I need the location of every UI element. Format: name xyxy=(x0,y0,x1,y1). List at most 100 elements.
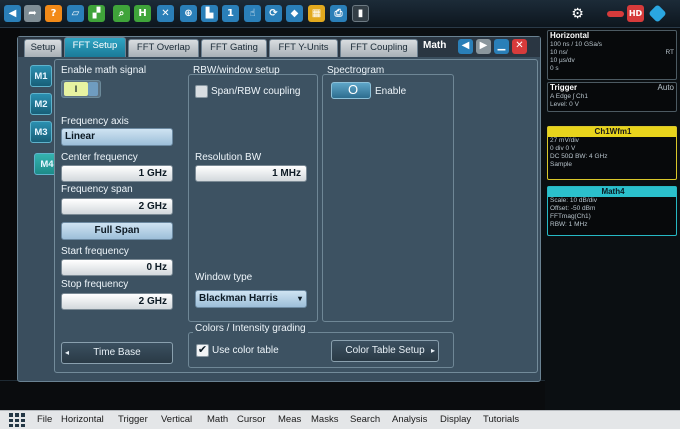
forward-icon[interactable]: ▶ xyxy=(476,39,491,54)
horizontal-line: 10 µs/dv xyxy=(550,57,575,64)
menu-cursor[interactable]: Cursor xyxy=(237,414,266,426)
arrow-right-icon: ▸ xyxy=(430,346,435,355)
math-tab-m1[interactable]: M1 xyxy=(30,65,52,87)
trigger-icon[interactable]: ⟳ xyxy=(265,5,282,22)
horizontal-line: 100 ns / 10 GSa/s xyxy=(550,41,603,48)
start-frequency-label: Start frequency xyxy=(61,246,129,257)
horizontal-line: 0 s xyxy=(550,65,559,72)
print-icon[interactable]: ⎙ xyxy=(330,5,347,22)
math-dialog: Setup FFT Setup FFT Overlap FFT Gating F… xyxy=(17,36,541,382)
math4-title: Math4 xyxy=(548,187,676,197)
frequency-span-input[interactable]: 2 GHz xyxy=(61,198,173,215)
resolution-bw-label: Resolution BW xyxy=(195,152,262,163)
trigger-mode: Auto xyxy=(657,83,674,92)
menu-trigger[interactable]: Trigger xyxy=(118,414,148,426)
span-rbw-checkbox[interactable] xyxy=(195,85,208,98)
frequency-axis-select[interactable]: Linear xyxy=(61,128,173,146)
ch1-card[interactable]: Ch1Wfm1 27 mV/div 0 div 0 V DC 50Ω BW: 4… xyxy=(547,126,677,180)
math-tab-m3[interactable]: M3 xyxy=(30,121,52,143)
hd-icon[interactable]: HD xyxy=(627,5,644,22)
marker-icon[interactable]: ▙ xyxy=(201,5,218,22)
arrow-left-icon: ◂ xyxy=(65,348,70,357)
autoset-icon[interactable]: ▱ xyxy=(67,5,84,22)
redo-icon[interactable]: ➦ xyxy=(24,5,41,22)
spectrogram-section xyxy=(322,74,454,322)
color-table-setup-label: Color Table Setup xyxy=(345,345,425,356)
toggle-off-icon: O xyxy=(348,82,359,97)
menu-display[interactable]: Display xyxy=(440,414,471,426)
menu-bar: File Horizontal Trigger Vertical Math Cu… xyxy=(0,410,680,429)
tab-fft-overlap[interactable]: FFT Overlap xyxy=(128,39,199,57)
math4-line: Scale: 10 dB/div xyxy=(550,197,597,204)
menu-tutorials[interactable]: Tutorials xyxy=(483,414,519,426)
tab-fft-y-units[interactable]: FFT Y-Units xyxy=(269,39,338,57)
measure-icon[interactable]: ✕ xyxy=(157,5,174,22)
window-type-label: Window type xyxy=(195,272,253,283)
spectrogram-toggle[interactable]: O xyxy=(331,82,371,99)
signal-icon[interactable] xyxy=(607,11,624,17)
start-frequency-input[interactable]: 0 Hz xyxy=(61,259,173,276)
minimize-icon[interactable]: ▁ xyxy=(494,39,509,54)
tab-fft-coupling[interactable]: FFT Coupling xyxy=(340,39,418,57)
history-icon[interactable]: H xyxy=(134,5,151,22)
colors-header: Colors / Intensity grading xyxy=(193,323,308,334)
stop-frequency-input[interactable]: 2 GHz xyxy=(61,293,173,310)
menu-horizontal[interactable]: Horizontal xyxy=(61,414,104,426)
touch-icon[interactable]: ☝ xyxy=(244,5,261,22)
spectrogram-enable-label: Enable xyxy=(375,86,407,97)
dropdown-icon: ▾ xyxy=(297,294,302,303)
cursor-icon[interactable]: 1 xyxy=(222,5,239,22)
tab-setup[interactable]: Setup xyxy=(24,39,62,57)
spectrogram-header: Spectrogram xyxy=(327,65,385,76)
math-tab-m2[interactable]: M2 xyxy=(30,93,52,115)
time-base-button[interactable]: ◂ Time Base xyxy=(61,342,173,364)
apps-grid-icon[interactable] xyxy=(9,413,26,427)
menu-meas[interactable]: Meas xyxy=(278,414,301,426)
fft-setup-panel: Enable math signal I Frequency axis Line… xyxy=(54,59,538,373)
enable-on-indicator: I xyxy=(64,82,88,96)
waveform-bottom xyxy=(0,380,545,410)
back-icon[interactable]: ◀ xyxy=(4,5,21,22)
rbw-section-header: RBW/window setup xyxy=(193,65,280,76)
settings-icon[interactable]: ⚙ xyxy=(569,5,586,22)
menu-analysis[interactable]: Analysis xyxy=(392,414,427,426)
tab-fft-setup[interactable]: FFT Setup xyxy=(64,37,126,57)
mask-icon[interactable]: ◆ xyxy=(286,5,303,22)
zoom-icon[interactable]: ⌕ xyxy=(113,5,130,22)
ch1-title: Ch1Wfm1 xyxy=(548,127,676,137)
menu-math[interactable]: Math xyxy=(207,414,228,426)
frequency-span-label: Frequency span xyxy=(61,184,133,195)
menu-vertical[interactable]: Vertical xyxy=(161,414,192,426)
trigger-card[interactable]: Trigger Auto A Edge ʃ Ch1 Level: 0 V xyxy=(547,82,677,112)
close-icon[interactable]: ✕ xyxy=(512,39,527,54)
menu-masks[interactable]: Masks xyxy=(311,414,338,426)
use-color-table-checkbox[interactable]: ✔ xyxy=(196,344,209,357)
tab-fft-gating[interactable]: FFT Gating xyxy=(201,39,267,57)
rbw-section xyxy=(188,74,318,322)
pattern-icon[interactable]: ▞ xyxy=(88,5,105,22)
math4-card[interactable]: Math4 Scale: 10 dB/div Offset: -50 dBm F… xyxy=(547,186,677,236)
menu-search[interactable]: Search xyxy=(350,414,380,426)
main-toolbar: ◀ ➦ ? ▱ ▞ ⌕ H ✕ ⊕ ▙ 1 ☝ ⟳ ◆ ▦ ⎙ ▮ xyxy=(0,0,545,28)
center-frequency-label: Center frequency xyxy=(61,152,138,163)
menu-file[interactable]: File xyxy=(37,414,52,426)
center-frequency-input[interactable]: 1 GHz xyxy=(61,165,173,182)
color-table-setup-button[interactable]: Color Table Setup ▸ xyxy=(331,340,439,362)
resolution-bw-input[interactable]: 1 MHz xyxy=(195,165,307,182)
full-span-button[interactable]: Full Span xyxy=(61,222,173,240)
network-icon[interactable] xyxy=(648,4,667,23)
use-color-table-label: Use color table xyxy=(212,345,279,356)
enable-math-toggle[interactable]: I xyxy=(61,80,101,98)
back-icon[interactable]: ◀ xyxy=(458,39,473,54)
help-icon[interactable]: ? xyxy=(45,5,62,22)
time-base-label: Time Base xyxy=(93,347,141,358)
zoom-window-icon[interactable]: ⊕ xyxy=(180,5,197,22)
search-grid-icon[interactable]: ▦ xyxy=(308,5,325,22)
frequency-axis-label: Frequency axis xyxy=(61,116,129,127)
delete-icon[interactable]: ▮ xyxy=(352,5,369,22)
ch1-line: 27 mV/div xyxy=(550,137,579,144)
horizontal-card[interactable]: Horizontal 100 ns / 10 GSa/s 10 ns/ RT 1… xyxy=(547,30,677,80)
enable-math-label: Enable math signal xyxy=(61,65,147,76)
window-type-select[interactable]: Blackman Harris ▾ xyxy=(195,290,307,308)
ch1-line: Sample xyxy=(550,161,573,168)
